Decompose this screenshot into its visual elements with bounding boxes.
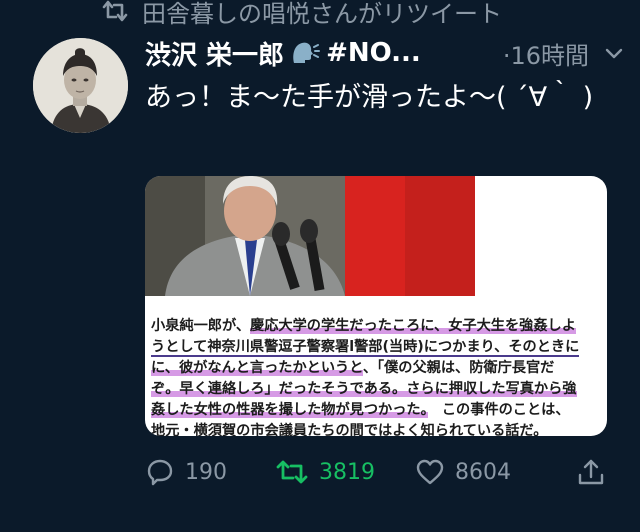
like-count: 8604 <box>455 459 511 485</box>
caption-segment: 慶応大学の学生だったころに、女子大生を強姦しよ <box>250 318 576 334</box>
retweet-count: 3819 <box>319 459 375 485</box>
heart-icon <box>416 459 444 485</box>
author-name[interactable]: 渋沢 栄一郎 <box>145 35 284 72</box>
retweet-button[interactable]: 3819 <box>275 458 415 486</box>
tweet-actions: 190 3819 8604 <box>145 452 605 492</box>
like-button[interactable]: 8604 <box>415 458 565 486</box>
retweet-banner-text: 田舎暮しの唱悦さんがリツイート <box>142 0 502 28</box>
retweet-icon <box>100 0 130 24</box>
media-photo <box>145 176 475 296</box>
caption-line: 姦した女性の性器を撮した物が見つかった。 この事件のことは、 <box>151 400 603 421</box>
reply-button[interactable]: 190 <box>145 457 275 487</box>
speaking-head-icon <box>290 39 321 67</box>
retweet-icon <box>276 460 308 484</box>
caption-segment: ぞ。早く連絡しろ」だったそうである。さらに押収した写真から強 <box>151 381 577 397</box>
caption-line: 地元・横須賀の市会議員たちの間ではよく知られている話だ。 <box>151 421 603 436</box>
reply-icon <box>147 459 173 486</box>
caption-line: ぞ。早く連絡しろ」だったそうである。さらに押収した写真から強 <box>151 379 603 400</box>
avatar[interactable] <box>33 38 128 133</box>
reply-count: 190 <box>185 459 227 485</box>
media-caption: 小泉純一郎が、慶応大学の学生だったころに、女子大生を強姦しよ うとして神奈川県警逗… <box>151 316 603 436</box>
caption-segment: うとして神奈川県警逗子警察署l警部(当時)につかまり、そのときに <box>151 339 580 357</box>
tweet-timestamp[interactable]: ·16時間 <box>503 36 589 71</box>
tweet-media[interactable]: 小泉純一郎が、慶応大学の学生だったころに、女子大生を強姦しよ うとして神奈川県警逗… <box>145 176 607 436</box>
caption-segment: この事件のことは、 <box>427 402 570 418</box>
timestamp-text: ·16時間 <box>502 41 589 70</box>
retweet-banner[interactable]: 田舎暮しの唱悦さんがリツイート <box>100 0 502 28</box>
caption-segment: 、「僕の父親は、防衛庁長官だ <box>362 360 555 376</box>
caption-segment: 地元・横須賀の市会議員たちの間ではよく知られている話だ。 <box>151 423 548 436</box>
share-button[interactable] <box>577 457 605 487</box>
share-icon <box>578 459 604 485</box>
caption-line: 小泉純一郎が、慶応大学の学生だったころに、女子大生を強姦しよ <box>151 316 603 337</box>
chevron-down-icon[interactable] <box>603 42 625 64</box>
author-name-suffix: #NO... <box>326 38 421 68</box>
caption-segment: 姦した女性の性器を撮した物が見つかった。 <box>151 402 428 418</box>
caption-line: うとして神奈川県警逗子警察署l警部(当時)につかまり、そのときに <box>151 337 603 358</box>
tweet-text: あっ！ま〜た手が滑ったよ〜( ´∀｀ ) <box>145 82 594 113</box>
caption-line: に、彼がなんと言ったかというと、「僕の父親は、防衛庁長官だ <box>151 358 603 379</box>
caption-segment: に、彼がなんと言ったかというと <box>151 360 363 376</box>
caption-segment: 小泉純一郎が、 <box>151 318 251 334</box>
tweet-header: 渋沢 栄一郎 #NO... ·16時間 <box>145 35 625 71</box>
